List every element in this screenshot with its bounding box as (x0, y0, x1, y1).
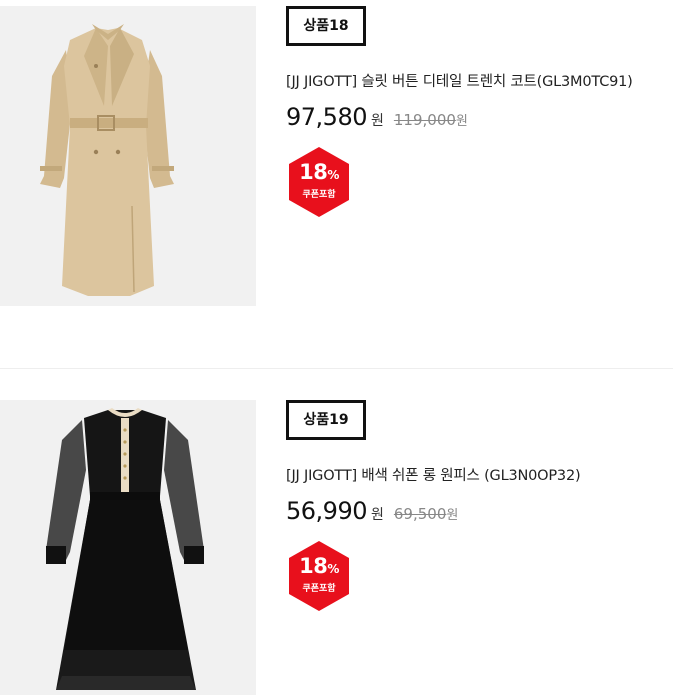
product-info: 상품18 [JJ JIGOTT] 슬릿 버튼 디테일 트렌치 코트(GL3M0T… (286, 6, 673, 219)
product-image[interactable] (0, 400, 256, 695)
coupon-percent-symbol: % (327, 168, 339, 182)
trench-coat-icon (0, 6, 256, 306)
price-row: 97,580 원 119,000 원 (286, 103, 673, 131)
coupon-percent-symbol: % (327, 562, 339, 576)
product-image[interactable] (0, 6, 256, 306)
coupon-label: 쿠폰포함 (302, 190, 336, 200)
product-name-link[interactable]: [JJ JIGOTT] 배색 쉬폰 롱 원피스 (GL3N0OP32) (286, 464, 673, 485)
coupon-label: 쿠폰포함 (302, 584, 336, 594)
product-number-badge: 상품19 (286, 400, 366, 440)
coupon-percent: 18% (286, 160, 352, 187)
black-dress-icon (0, 400, 256, 695)
original-price: 119,000 (393, 111, 456, 129)
product-info: 상품19 [JJ JIGOTT] 배색 쉬폰 롱 원피스 (GL3N0OP32)… (286, 400, 673, 613)
coupon-badge: 18% 쿠폰포함 (286, 145, 352, 219)
coupon-badge: 18% 쿠폰포함 (286, 539, 352, 613)
sale-price: 56,990 (286, 497, 367, 525)
product-number-badge: 상품18 (286, 6, 366, 46)
price-row: 56,990 원 69,500 원 (286, 497, 673, 525)
product-card[interactable]: 상품18 [JJ JIGOTT] 슬릿 버튼 디테일 트렌치 코트(GL3M0T… (0, 0, 673, 368)
coupon-percent-value: 18 (299, 160, 328, 184)
product-name-link[interactable]: [JJ JIGOTT] 슬릿 버튼 디테일 트렌치 코트(GL3M0TC91) (286, 70, 673, 91)
original-price-unit: 원 (455, 114, 468, 129)
sale-price: 97,580 (286, 103, 367, 131)
price-unit: 원 (370, 507, 384, 523)
coupon-percent: 18% (286, 554, 352, 581)
original-price: 69,500 (393, 505, 447, 523)
coupon-percent-value: 18 (299, 554, 328, 578)
product-card[interactable]: 상품19 [JJ JIGOTT] 배색 쉬폰 롱 원피스 (GL3N0OP32)… (0, 368, 673, 695)
price-unit: 원 (370, 113, 384, 129)
original-price-unit: 원 (446, 508, 459, 523)
